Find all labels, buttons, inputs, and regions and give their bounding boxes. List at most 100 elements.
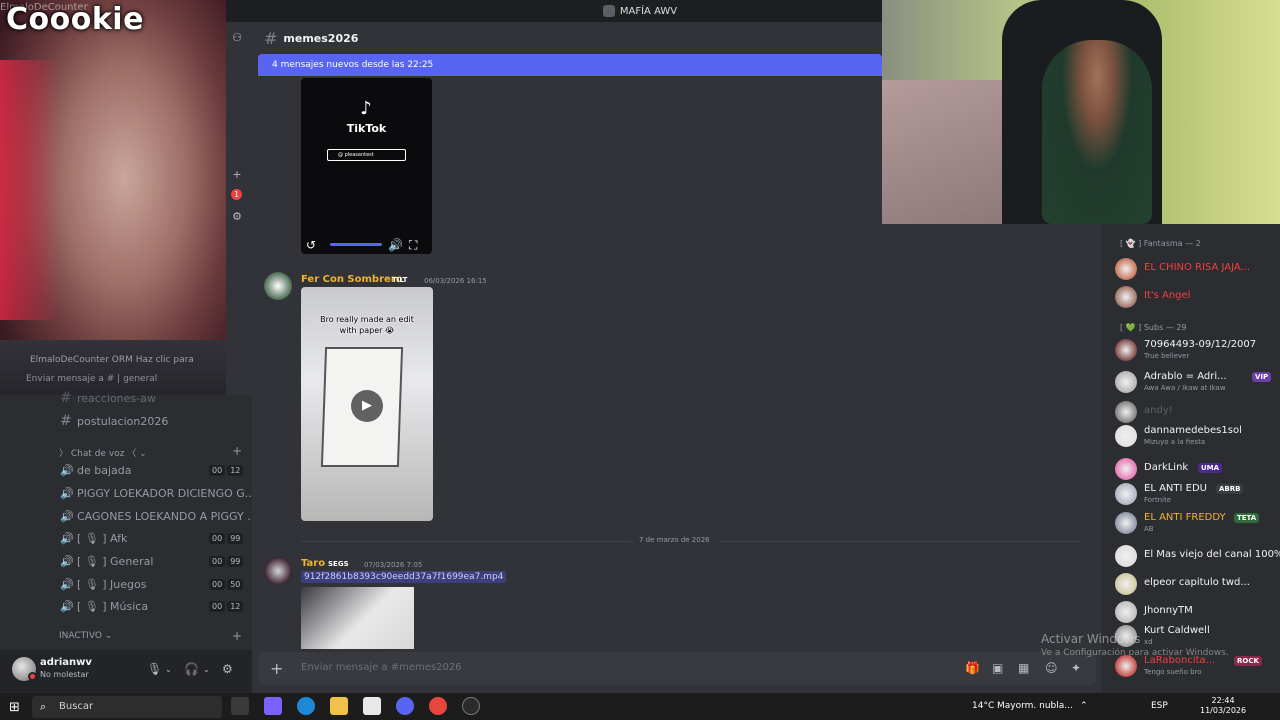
- task-view-icon[interactable]: [231, 697, 249, 715]
- add-friend-icon[interactable]: ⚇: [230, 31, 244, 45]
- headphones-icon[interactable]: 🎧: [184, 662, 199, 676]
- member-name[interactable]: DarkLink: [1144, 462, 1188, 473]
- member-avatar[interactable]: [1115, 401, 1137, 423]
- chevron-down-icon[interactable]: ⌄: [203, 665, 210, 674]
- member-name[interactable]: Adrablo = Adri...: [1144, 371, 1227, 382]
- server-icon: [602, 5, 615, 17]
- windows-start-icon[interactable]: ⊞: [9, 700, 20, 715]
- member-avatar[interactable]: [1115, 512, 1137, 534]
- channel-postulacion[interactable]: # postulacion2026: [60, 411, 168, 431]
- store-icon[interactable]: [363, 697, 381, 715]
- member-name[interactable]: dannamedebes1sol: [1144, 425, 1242, 436]
- voice-channel[interactable]: 🔊 CAGONES LOEKANDO A PIGGY ...: [60, 506, 258, 526]
- member-name[interactable]: Kurt Caldwell: [1144, 625, 1210, 636]
- clock-time: 22:44: [1211, 696, 1235, 705]
- fullscreen-icon[interactable]: ⛶: [409, 238, 417, 253]
- member-avatar[interactable]: [1115, 286, 1137, 308]
- microphone-icon[interactable]: 🎙: [147, 662, 162, 676]
- member-name[interactable]: elpeor capitulo twd...: [1144, 577, 1250, 588]
- voice-channel[interactable]: 🔊 [ 🎙 ] General: [60, 551, 153, 571]
- username[interactable]: adrianwv: [40, 657, 92, 668]
- apps-icon[interactable]: ✦: [1071, 661, 1081, 675]
- member-name[interactable]: EL ANTI FREDDY: [1144, 512, 1226, 523]
- edge-icon[interactable]: [297, 697, 315, 715]
- member-name[interactable]: El Mas viejo del canal 100%: [1144, 549, 1280, 560]
- channel-limit: 00 12: [209, 601, 244, 612]
- channel-title: memes2026: [283, 31, 359, 45]
- add-channel-icon[interactable]: +: [232, 629, 242, 643]
- message-composer[interactable]: + Enviar mensaje a #memes2026 🎁 ▣ ▦ ☺ ✦: [258, 652, 1096, 685]
- copilot-icon[interactable]: [264, 697, 282, 715]
- new-messages-bar[interactable]: 4 mensajes nuevos desde las 22:25: [258, 54, 882, 76]
- category-voice[interactable]: 〉 Chat de voz 〈 ⌄: [59, 446, 147, 459]
- message-author[interactable]: Fer Con Sombrero: [301, 274, 403, 285]
- voice-channel[interactable]: 🔊 [ 🎙 ] Música: [60, 596, 148, 616]
- user-limit: 12: [227, 465, 244, 476]
- member-name[interactable]: JhonnyTM: [1144, 605, 1193, 616]
- video-embed[interactable]: [301, 587, 414, 649]
- voice-channel[interactable]: 🔊 [ 🎙 ] Afk: [60, 528, 127, 548]
- gift-icon[interactable]: 🎁: [965, 661, 980, 675]
- channel-label: reacciones-aw: [77, 391, 156, 405]
- webcam-bottom-strip: [0, 340, 226, 395]
- member-avatar[interactable]: [1115, 339, 1137, 361]
- tray-chevron-up-icon[interactable]: ⌃: [1080, 701, 1088, 711]
- member-name[interactable]: EL ANTI EDU: [1144, 483, 1207, 494]
- member-avatar[interactable]: [1115, 258, 1137, 280]
- add-attachment-icon[interactable]: +: [270, 659, 283, 678]
- play-icon[interactable]: ▶: [351, 390, 383, 422]
- gif-icon[interactable]: ▣: [992, 661, 1003, 675]
- member-avatar[interactable]: [1115, 483, 1137, 505]
- replay-icon[interactable]: ↺: [306, 238, 316, 252]
- member-name[interactable]: 70964493-09/12/2007: [1144, 339, 1256, 350]
- channel-label: [ 🎙 ] Música: [77, 599, 149, 613]
- volume-slider[interactable]: [330, 243, 382, 246]
- channel-label: PIGGY LOEKADOR DICIENGO G...: [77, 486, 256, 500]
- member-avatar[interactable]: [1115, 425, 1137, 447]
- member-avatar[interactable]: [1115, 458, 1137, 480]
- discord-icon[interactable]: [396, 697, 414, 715]
- clock[interactable]: 22:44 11/03/2026: [1200, 696, 1246, 716]
- volume-icon[interactable]: 🔊: [388, 238, 403, 252]
- gear-icon[interactable]: ⚙: [230, 210, 244, 224]
- member-name[interactable]: It's Angel: [1144, 290, 1190, 301]
- voice-channel[interactable]: 🔊 PIGGY LOEKADOR DICIENGO G...: [60, 483, 255, 503]
- category-inactive[interactable]: INACTIVO ⌄: [59, 631, 112, 641]
- channel-partial[interactable]: # reacciones-aw: [60, 388, 156, 408]
- plus-icon[interactable]: +: [230, 168, 244, 182]
- voice-channel[interactable]: 🔊 de bajada: [60, 460, 132, 480]
- message-timestamp: 06/03/2026 16:15: [424, 277, 487, 285]
- chevron-down-icon[interactable]: ⌄: [165, 665, 172, 674]
- weather-temp[interactable]: 14°C: [972, 701, 994, 711]
- emoji-icon[interactable]: ☺: [1045, 661, 1058, 675]
- channel-limit: 00 99: [209, 556, 244, 567]
- language-indicator[interactable]: ESP: [1151, 701, 1168, 711]
- add-channel-icon[interactable]: +: [232, 444, 242, 458]
- window-title: MAFÍA AWV: [619, 5, 678, 17]
- chrome-icon[interactable]: [429, 697, 447, 715]
- user-tag: TILT: [392, 276, 408, 284]
- member-avatar[interactable]: [1115, 655, 1137, 677]
- message-author[interactable]: Taro: [301, 558, 325, 569]
- member-avatar[interactable]: [1115, 601, 1137, 623]
- video-caption: Bro really made an edit with paper 😭: [320, 315, 414, 335]
- member-avatar[interactable]: [1115, 545, 1137, 567]
- attachment-link[interactable]: 912f2861b8393c90eedd37a7f1699ea7.mp4: [301, 571, 507, 583]
- weather-desc[interactable]: Mayorm. nubla...: [997, 701, 1073, 711]
- sticker-icon[interactable]: ▦: [1018, 661, 1029, 675]
- member-avatar[interactable]: [1115, 371, 1137, 393]
- settings-icon[interactable]: ⚙: [222, 662, 233, 676]
- right-webcam-overlay: [882, 0, 1280, 224]
- voice-channel[interactable]: 🔊 [ 🎙 ] Juegos: [60, 574, 146, 594]
- member-name[interactable]: andy!: [1144, 405, 1173, 416]
- member-avatar[interactable]: [1115, 573, 1137, 595]
- avatar[interactable]: [264, 272, 292, 300]
- video-embed[interactable]: Bro really made an edit with paper 😭 ▶: [301, 287, 433, 521]
- user-count: 00: [209, 465, 226, 476]
- user-count: 00: [209, 601, 226, 612]
- obs-icon[interactable]: [462, 697, 480, 715]
- file-explorer-icon[interactable]: [330, 697, 348, 715]
- member-name[interactable]: EL CHINO RISA JAJA...: [1144, 262, 1250, 273]
- video-embed-tiktok[interactable]: ♪ TikTok @ pleasantest: [301, 78, 432, 254]
- avatar[interactable]: [264, 557, 292, 585]
